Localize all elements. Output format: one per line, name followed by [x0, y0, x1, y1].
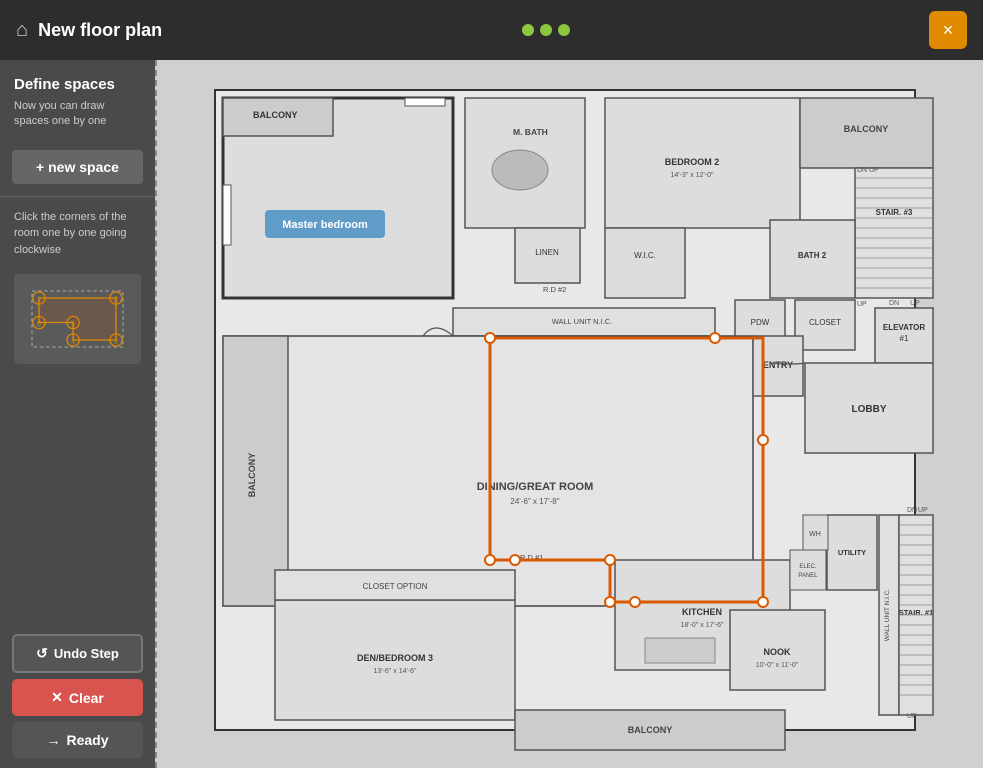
floorplan-svg: BALCONY Master bedroom M. BATH BEDROOM 2… — [155, 60, 983, 768]
sidebar-divider-line — [155, 60, 157, 768]
dot-2 — [540, 24, 552, 36]
svg-text:13'-6" x 14'-6": 13'-6" x 14'-6" — [373, 668, 417, 675]
svg-text:W.I.C.: W.I.C. — [634, 251, 656, 260]
dot-1 — [522, 24, 534, 36]
path-corner[interactable] — [605, 597, 615, 607]
svg-text:LOBBY: LOBBY — [852, 404, 887, 415]
svg-text:PANEL: PANEL — [798, 573, 818, 579]
svg-text:M. BATH: M. BATH — [513, 127, 548, 137]
svg-text:#1: #1 — [900, 334, 909, 343]
ready-button[interactable]: → Ready — [12, 722, 143, 758]
svg-text:BALCONY: BALCONY — [844, 124, 889, 134]
svg-text:ELEC.: ELEC. — [799, 564, 817, 570]
page-title: New floor plan — [38, 20, 162, 41]
svg-text:DEN/BEDROOM 3: DEN/BEDROOM 3 — [357, 653, 433, 663]
sidebar-bottom: ↺ Undo Step ✕ Clear → Ready — [0, 626, 155, 768]
svg-text:ENTRY: ENTRY — [763, 360, 793, 370]
svg-text:WALL UNIT N.I.C.: WALL UNIT N.I.C. — [552, 317, 613, 326]
close-button[interactable]: × — [929, 11, 967, 49]
define-spaces-title: Define spaces — [14, 76, 141, 93]
svg-text:UP: UP — [918, 507, 928, 514]
svg-text:BEDROOM 2: BEDROOM 2 — [665, 157, 720, 167]
path-corner[interactable] — [485, 555, 495, 565]
svg-text:DN: DN — [907, 507, 917, 514]
path-corner[interactable] — [758, 435, 768, 445]
floorplan-area[interactable]: BALCONY Master bedroom M. BATH BEDROOM 2… — [155, 60, 983, 768]
sidebar: Define spaces Now you can draw spaces on… — [0, 60, 155, 768]
dot-3 — [558, 24, 570, 36]
svg-text:14'-3" x 12'-0": 14'-3" x 12'-0" — [670, 172, 714, 179]
sidebar-instructions: Click the corners of the room one by one… — [0, 199, 155, 269]
sidebar-divider — [0, 196, 155, 197]
svg-text:UP: UP — [907, 713, 917, 720]
svg-text:BALCONY: BALCONY — [628, 725, 673, 735]
undo-icon: ↺ — [36, 645, 48, 662]
svg-text:R.D #2: R.D #2 — [543, 285, 566, 294]
path-corner[interactable] — [485, 333, 495, 343]
svg-text:PDW: PDW — [751, 318, 770, 327]
corner-diagram: 1 2 3 4 5 6 — [14, 274, 141, 364]
svg-text:STAIR. #1: STAIR. #1 — [899, 608, 933, 617]
define-spaces-desc: Now you can draw spaces one by one — [14, 99, 141, 130]
svg-text:BALCONY: BALCONY — [253, 110, 298, 120]
svg-text:DINING/GREAT ROOM: DINING/GREAT ROOM — [477, 481, 594, 493]
master-bedroom-label: Master bedroom — [282, 219, 368, 231]
clear-x-icon: ✕ — [51, 689, 63, 706]
path-corner[interactable] — [510, 555, 520, 565]
svg-text:CLOSET OPTION: CLOSET OPTION — [363, 582, 428, 591]
titlebar-left: ⌂ New floor plan — [16, 19, 162, 42]
svg-text:18'-0" x 17'-6": 18'-0" x 17'-6" — [680, 622, 724, 629]
main-layout: Define spaces Now you can draw spaces on… — [0, 60, 983, 768]
svg-text:UP: UP — [869, 167, 879, 174]
clear-label: Clear — [69, 690, 104, 706]
svg-text:UTILITY: UTILITY — [838, 548, 866, 557]
ready-label: Ready — [66, 732, 108, 748]
home-icon: ⌂ — [16, 19, 28, 42]
corner-diagram-svg: 1 2 3 4 5 6 — [24, 284, 131, 354]
svg-text:STAIR. #3: STAIR. #3 — [876, 208, 913, 217]
path-corner[interactable] — [605, 555, 615, 565]
svg-text:WH: WH — [809, 531, 821, 538]
clear-button[interactable]: ✕ Clear — [12, 679, 143, 716]
titlebar-dots — [522, 24, 570, 36]
path-corner[interactable] — [710, 333, 720, 343]
svg-text:BALCONY: BALCONY — [247, 453, 257, 498]
svg-text:CLOSET: CLOSET — [809, 318, 841, 327]
new-space-button[interactable]: + new space — [12, 150, 143, 184]
svg-text:LINEN: LINEN — [535, 248, 559, 257]
svg-text:DN: DN — [889, 300, 899, 307]
titlebar: ⌂ New floor plan × — [0, 0, 983, 60]
path-corner[interactable] — [630, 597, 640, 607]
ready-arrow-icon: → — [46, 732, 60, 748]
sidebar-top: Define spaces Now you can draw spaces on… — [0, 60, 155, 140]
undo-step-label: Undo Step — [54, 646, 119, 661]
svg-text:24'-6" x 17'-8": 24'-6" x 17'-8" — [510, 497, 559, 506]
svg-text:DN: DN — [857, 167, 867, 174]
svg-text:ELEVATOR: ELEVATOR — [883, 323, 925, 332]
path-corner[interactable] — [758, 597, 768, 607]
new-space-label: + new space — [36, 159, 119, 175]
svg-text:WALL UNIT N.I.C.: WALL UNIT N.I.C. — [884, 589, 891, 642]
svg-text:BATH 2: BATH 2 — [798, 251, 827, 260]
undo-step-button[interactable]: ↺ Undo Step — [12, 634, 143, 673]
svg-text:KITCHEN: KITCHEN — [682, 607, 722, 617]
svg-text:NOOK: NOOK — [764, 647, 792, 657]
svg-text:UP: UP — [910, 300, 920, 307]
svg-text:UP: UP — [857, 301, 867, 308]
svg-text:10'-0" x 11'-0": 10'-0" x 11'-0" — [756, 662, 799, 669]
